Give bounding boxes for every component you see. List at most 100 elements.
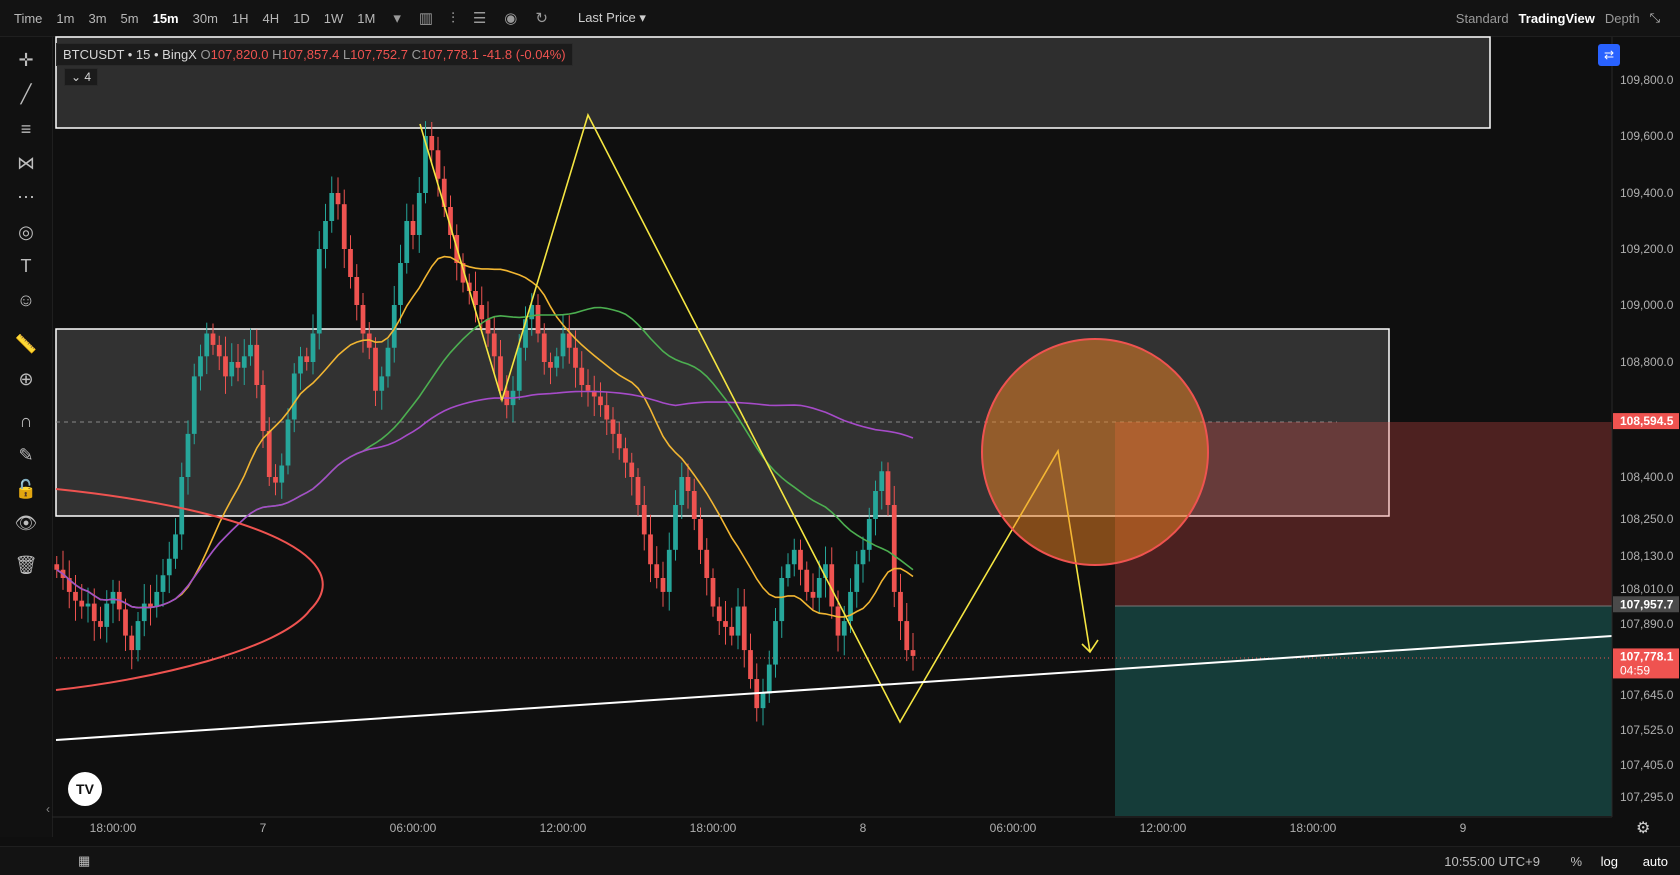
candle-body [141, 603, 147, 622]
candle-body [148, 603, 153, 607]
time-tick-label: 06:00:00 [990, 821, 1037, 835]
time-tick-label: 8 [860, 821, 867, 835]
time-tick-label: 18:00:00 [90, 821, 137, 835]
candle-body [666, 549, 672, 592]
candle-body [548, 362, 553, 368]
candle-body [373, 347, 378, 391]
candle-body [698, 519, 703, 550]
price-tick-label: 109,000.0 [1620, 298, 1674, 312]
candle-body [716, 606, 722, 622]
candle-body [635, 477, 641, 505]
candle-body [866, 519, 872, 550]
candle-body [573, 347, 578, 368]
price-chart[interactable]: 109,800.0 109,600.0 109,400.0 109,200.0 109,… [0, 0, 1680, 874]
auto-toggle[interactable]: auto [1643, 854, 1668, 869]
ellipse-drawing [55, 488, 324, 691]
percent-toggle[interactable]: % [1570, 854, 1582, 869]
candle-body [323, 221, 328, 249]
candle-body [229, 362, 235, 377]
candle-body [729, 626, 735, 636]
log-toggle[interactable]: log [1601, 854, 1618, 869]
candle-body [816, 578, 822, 598]
countdown-label: 04:59 [1620, 663, 1650, 677]
candle-body [123, 609, 128, 636]
settings-gear-icon[interactable]: ⚙ [1636, 818, 1650, 838]
candle-body [316, 249, 322, 334]
candle-body [166, 558, 172, 576]
candle-body [266, 431, 272, 477]
candle-body [91, 603, 97, 622]
candle-body [648, 534, 653, 565]
candle-body [98, 621, 103, 627]
candle-body [566, 333, 572, 348]
price-tick-label: 109,200.0 [1620, 242, 1674, 256]
legend-open: 107,820.0 [210, 47, 269, 62]
calendar-icon[interactable]: ▦ [78, 853, 90, 869]
candle-body [854, 564, 860, 592]
candle-body [704, 549, 710, 578]
indicators-toggle[interactable]: ⌄ 4 [64, 68, 99, 86]
candle-body [779, 578, 785, 622]
indicators-count: 4 [84, 70, 92, 84]
candle-body [516, 347, 522, 391]
candle-body [860, 549, 866, 565]
candle-body [879, 471, 885, 491]
candle-body [479, 305, 485, 320]
candle-body [629, 462, 635, 477]
price-tick-label: 107,525.0 [1620, 723, 1674, 737]
candle-body [341, 204, 347, 249]
candle-body [741, 606, 747, 651]
candle-body [673, 505, 678, 550]
time-tick-label: 18:00:00 [1290, 821, 1337, 835]
compare-icon[interactable]: ⇄ [1598, 44, 1620, 66]
candle-body [491, 333, 497, 357]
candle-body [204, 333, 210, 357]
legend-o-label: O [200, 47, 211, 62]
candle-body [773, 621, 778, 665]
candle-body [198, 356, 203, 377]
candle-body [891, 505, 897, 592]
candle-body [604, 405, 610, 420]
price-tick-label: 107,295.0 [1620, 790, 1674, 804]
price-tick-label: 108,400.0 [1620, 470, 1674, 484]
legend-close: 107,778.1 [421, 47, 479, 62]
candle-body [191, 376, 197, 434]
collapse-left-icon[interactable]: ‹ [46, 802, 50, 816]
candle-body [791, 549, 797, 565]
candle-body [73, 591, 78, 601]
candle-body [210, 333, 216, 345]
price-tag-label: 107,778.1 [1620, 649, 1674, 663]
candle-body [885, 471, 891, 505]
price-tick-label: 109,800.0 [1620, 73, 1674, 87]
candle-body [785, 564, 791, 578]
price-tick-label: 108,130.0 [1620, 549, 1674, 563]
candle-body [766, 664, 772, 694]
candle-body [835, 606, 841, 636]
candle-body [873, 491, 878, 519]
time-tick-label: 18:00:00 [690, 821, 737, 835]
legend-c-label: C [411, 47, 422, 62]
candle-body [429, 136, 435, 151]
candle-body [285, 419, 291, 466]
candle-body [260, 385, 266, 431]
candle-body [291, 373, 297, 420]
candle-body [560, 333, 566, 357]
candle-body [660, 578, 666, 592]
candle-body [129, 635, 135, 651]
legend-low: 107,752.7 [350, 47, 409, 62]
candle-body [110, 591, 116, 604]
tradingview-logo: TV [68, 772, 102, 806]
candle-body [398, 263, 403, 305]
candle-body [798, 549, 803, 570]
candle-body [554, 356, 560, 368]
candle-body [160, 575, 166, 592]
candle-body [360, 305, 366, 334]
candle-body [385, 347, 391, 377]
candle-body [535, 305, 541, 334]
candle-body [610, 419, 616, 434]
candle-body [735, 606, 741, 636]
candle-body [616, 433, 622, 449]
price-tag-label: 108,594.5 [1620, 414, 1674, 428]
candle-body [641, 505, 647, 535]
time-tick-label: 12:00:00 [540, 821, 587, 835]
